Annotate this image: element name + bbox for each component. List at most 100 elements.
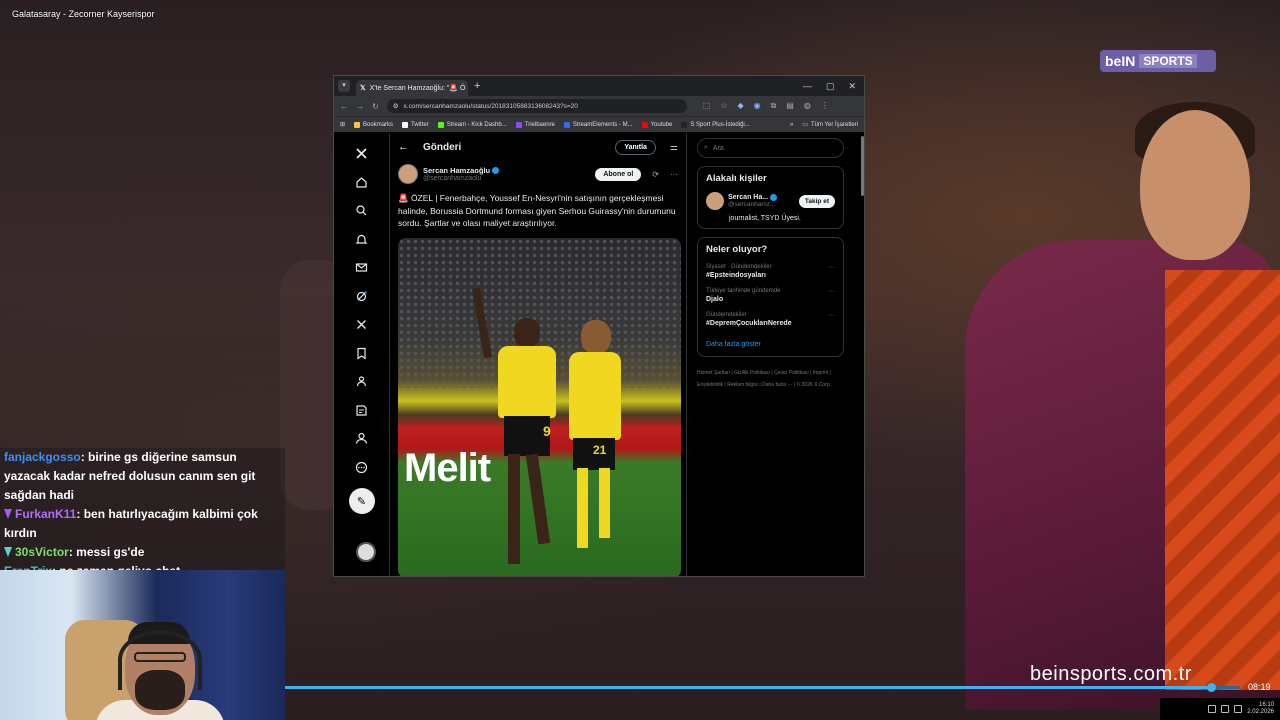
related-avatar[interactable] <box>706 192 724 210</box>
bookmarks-overflow-button[interactable]: » <box>790 122 793 128</box>
bookmark-label: S Sport Plus-İstediği... <box>690 121 750 128</box>
footer-link[interactable]: Çerez Politikası <box>774 370 809 376</box>
search-icon[interactable] <box>354 203 370 219</box>
video-progress-bar[interactable] <box>285 683 1240 692</box>
chat-username[interactable]: FurkanK11 <box>15 507 76 521</box>
tray-network-icon[interactable] <box>1221 705 1230 713</box>
trend-item[interactable]: Gündemdekiler #DepremÇocuklarıNerede ··· <box>706 312 835 327</box>
mail-icon[interactable] <box>354 260 370 276</box>
search-icon: ⌕ <box>704 144 708 151</box>
bookmark-label: StreamElements - M... <box>572 121 633 128</box>
bookmark-item[interactable]: Stream - Kick Dashb... <box>437 121 507 128</box>
install-app-icon[interactable]: ⬚ <box>703 101 711 111</box>
back-arrow-icon[interactable]: ← <box>398 141 409 153</box>
author-avatar[interactable] <box>398 164 418 184</box>
site-info-icon[interactable]: ⚙ <box>393 102 399 110</box>
chat-message: FurkanK11: ben hatırlıyacağım kalbimi ço… <box>0 505 285 543</box>
reload-icon[interactable]: ↻ <box>372 102 379 111</box>
more-icon[interactable]: ··· <box>670 170 678 179</box>
bookmark-item[interactable]: S Sport Plus-İstediği... <box>681 121 750 128</box>
grok-icon[interactable] <box>354 288 370 304</box>
account-avatar[interactable] <box>356 542 376 562</box>
tab-search-dropdown[interactable]: ▾ <box>338 80 350 92</box>
author-handle[interactable]: @sercanhamzaolu <box>423 175 499 182</box>
bookmark-icon[interactable] <box>354 345 370 361</box>
tray-volume-icon[interactable] <box>1234 705 1243 713</box>
all-bookmarks-folder[interactable]: ▭ Tüm Yer İşaretleri <box>802 121 858 129</box>
trend-more-icon[interactable]: ··· <box>828 312 835 327</box>
clock-date: 2.02.2026 <box>1247 709 1274 715</box>
profile-icon[interactable]: ◍ <box>804 101 811 111</box>
forward-icon[interactable]: → <box>356 102 364 111</box>
show-more-link[interactable]: Daha fazla göster <box>706 341 835 348</box>
bookmark-favicon-icon <box>681 121 688 128</box>
premium-icon[interactable] <box>354 402 370 418</box>
x-premium-icon[interactable] <box>354 317 370 333</box>
x-logo-icon[interactable] <box>354 146 370 162</box>
communities-icon[interactable] <box>354 374 370 390</box>
footer-link[interactable]: Erişilebilirlik <box>697 382 723 388</box>
footer-link[interactable]: Imprint <box>813 370 828 376</box>
bookmark-label: Bookmarks <box>363 121 394 128</box>
trend-item[interactable]: Türkiye tarihinde gündemde Djalo ··· <box>706 288 835 303</box>
footer-link[interactable]: Reklam bilgisi <box>727 382 758 388</box>
bookmark-item[interactable]: Bookmarks <box>354 121 394 128</box>
whats-happening-box: Neler oluyor? Siyaset · Gündemdekiler #Ep… <box>697 237 844 357</box>
related-person[interactable]: Sercan Ha... @sercanhamz... Takip et <box>706 192 835 210</box>
tweet-text: 🚨 ÖZEL | Fenerbahçe, Youssef En-Nesyri'n… <box>398 193 676 228</box>
bookmark-label: Twitter <box>411 121 429 128</box>
grok-icon[interactable]: ⟳ <box>652 170 659 179</box>
extension-icon[interactable]: ◆ <box>737 101 743 111</box>
apps-grid-icon[interactable]: ⊞ <box>340 121 345 128</box>
close-window-button[interactable]: ✕ <box>848 81 856 92</box>
bookmark-item[interactable]: Twitter <box>402 121 429 128</box>
footer-link[interactable]: Gizlilik Politikası <box>734 370 770 376</box>
jersey-number-2: 21 <box>593 443 607 457</box>
browser-tab[interactable]: 𝕏 X'te Sercan Hamzaoğlu: "🚨 Ö ✕ <box>356 80 468 96</box>
follow-button[interactable]: Takip et <box>798 194 835 208</box>
related-name: Sercan Ha... <box>728 194 769 201</box>
x-logo-icon: 𝕏 <box>360 85 366 92</box>
author-row: Sercan Hamzaoğlu @sercanhamzaolu Abone o… <box>390 161 686 187</box>
bookmark-item[interactable]: Trielbaenre <box>515 121 555 128</box>
footer-link[interactable]: Daha fazla ··· <box>762 382 792 388</box>
window-controls: — ▢ ✕ <box>803 81 864 92</box>
settings-sliders-icon[interactable]: ⚌ <box>670 142 678 153</box>
bookmark-item[interactable]: StreamElements - M... <box>563 121 633 128</box>
tray-up-icon[interactable] <box>1208 705 1217 713</box>
subscribe-button[interactable]: Abone ol <box>595 167 642 181</box>
address-bar[interactable]: ⚙ x.com/sercanhamzaolu/status/2018310588… <box>386 99 687 113</box>
bookmark-star-icon[interactable]: ☆ <box>720 101 727 111</box>
extension-icon-2[interactable]: ◉ <box>754 101 761 111</box>
minimize-button[interactable]: — <box>803 81 812 92</box>
chat-username[interactable]: 30sVictor <box>15 545 69 559</box>
sidepanel-icon[interactable]: ▤ <box>786 101 794 111</box>
broadcaster-url: beinsports.com.tr <box>1030 663 1192 685</box>
scrollbar[interactable] <box>861 136 864 196</box>
tweet-media-image[interactable]: Melit 9 21 <box>398 238 681 576</box>
back-icon[interactable]: ← <box>340 102 348 111</box>
search-input[interactable]: ⌕ Ara <box>697 138 844 158</box>
footer-link[interactable]: Hizmet Şartları <box>697 370 730 376</box>
extensions-puzzle-icon[interactable]: ⧉ <box>771 101 777 111</box>
profile-icon[interactable] <box>354 431 370 447</box>
more-icon[interactable] <box>354 459 370 475</box>
reply-button[interactable]: Yanıtla <box>615 139 656 155</box>
trend-more-icon[interactable]: ··· <box>828 288 835 303</box>
chat-username[interactable]: fanjackgosso <box>4 450 81 464</box>
taskbar-clock[interactable]: 16:10 2.02.2026 <box>1247 702 1274 716</box>
browser-menu-icon[interactable]: ⋮ <box>821 101 829 111</box>
video-progress-fill <box>285 686 1212 689</box>
trend-more-icon[interactable]: ··· <box>828 264 835 279</box>
folder-icon: ▭ <box>802 122 808 128</box>
stream-frame: Galatasaray - Zecorner Kayserispor beIN … <box>0 0 1280 720</box>
author-name-row[interactable]: Sercan Hamzaoğlu <box>423 166 500 175</box>
compose-post-button[interactable]: ✎ <box>348 488 375 514</box>
trend-item[interactable]: Siyaset · Gündemdekiler #Epsteindosyaları… <box>706 264 835 279</box>
maximize-button[interactable]: ▢ <box>826 81 835 92</box>
home-icon[interactable] <box>354 174 370 190</box>
bookmark-item[interactable]: Youtube <box>641 121 672 128</box>
bell-icon[interactable] <box>354 231 370 247</box>
bookmark-favicon-icon <box>563 121 570 128</box>
new-tab-button[interactable]: + <box>474 80 480 92</box>
